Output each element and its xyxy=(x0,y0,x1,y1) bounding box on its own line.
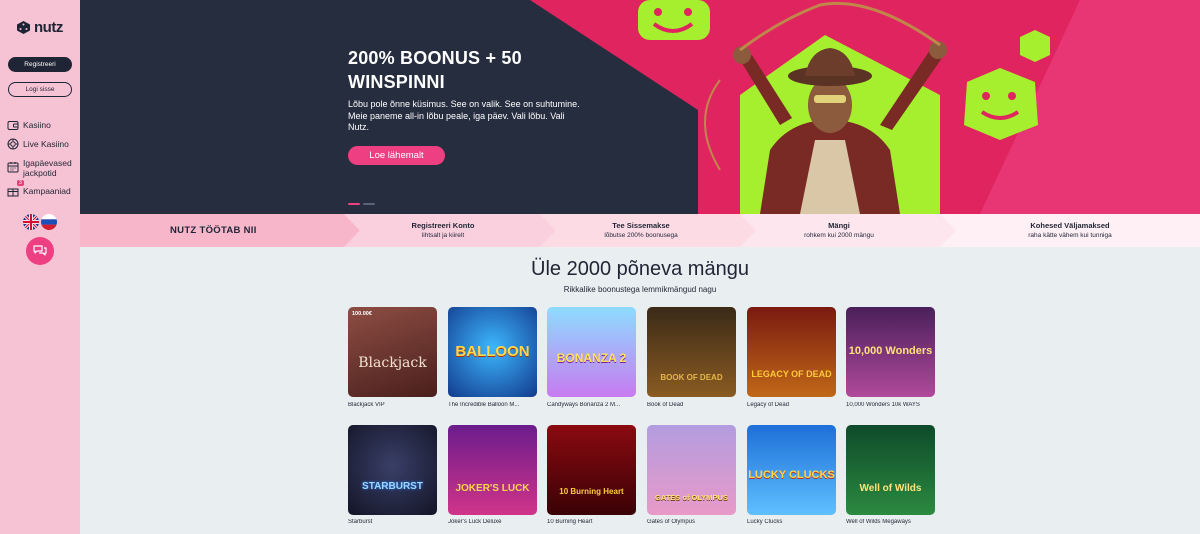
chat-icon xyxy=(33,245,47,256)
calendar-icon xyxy=(7,162,19,173)
game-tile-book-of-dead[interactable]: BOOK OF DEAD xyxy=(647,307,736,397)
game-tile-gates-of-olympus[interactable]: GATES of OLYMPUS xyxy=(647,425,736,515)
login-button[interactable]: Logi sisse xyxy=(8,82,72,97)
hero-banner: 200% BOONUS + 50 WINSPINNI Lõbu pole õnn… xyxy=(80,0,1200,214)
game-tile-blackjack-vip[interactable]: 100.00€ Blackjack xyxy=(348,307,437,397)
ru-flag-icon[interactable] xyxy=(41,214,57,230)
game-name[interactable]: Candyways Bonanza 2 M... xyxy=(547,402,637,408)
step-title: Kohesed Väljamaksed xyxy=(1030,221,1110,230)
register-button[interactable]: Registreeri xyxy=(8,57,72,72)
game-tile-10-burning-heart[interactable]: 10 Burning Heart xyxy=(547,425,636,515)
gift-icon xyxy=(7,188,19,197)
hero-description: Lõbu pole õnne küsimus. See on valik. Se… xyxy=(348,99,580,132)
carousel-dot[interactable] xyxy=(363,203,375,205)
sidebar-item-label: Kasiino xyxy=(23,120,51,130)
sidebar-item-live-casino[interactable]: Live Kasiino xyxy=(7,138,69,150)
steps-title: NUTZ TÖÖTAB NII xyxy=(170,225,257,236)
game-name[interactable]: 10 Burning Heart xyxy=(547,519,637,525)
game-name[interactable]: Starburst xyxy=(348,519,438,525)
game-name[interactable]: Gates of Olympus xyxy=(647,519,737,525)
game-tile-10000-wonders[interactable]: 10,000 Wonders xyxy=(846,307,935,397)
game-name[interactable]: Well of Wilds Megaways xyxy=(846,519,936,525)
dice-decoration-icon xyxy=(638,0,710,40)
game-art-title: JOKER'S LUCK xyxy=(455,483,530,494)
logo[interactable]: nutz xyxy=(16,19,63,36)
game-tile-starburst[interactable]: STARBURST xyxy=(348,425,437,515)
hero-title: 200% BOONUS + 50 WINSPINNI xyxy=(348,48,522,92)
game-art-title: LEGACY OF DEAD xyxy=(751,369,832,379)
game-art-title: STARBURST xyxy=(362,481,423,492)
game-tile-well-of-wilds[interactable]: Well of Wilds xyxy=(846,425,935,515)
wallet-icon xyxy=(7,121,19,130)
game-name[interactable]: Lucky Clucks xyxy=(747,519,837,525)
game-art-title: GATES of OLYMPUS xyxy=(655,493,728,502)
game-name[interactable]: Blackjack VIP xyxy=(348,402,438,408)
game-art-title: BONANZA 2 xyxy=(556,351,627,365)
games-title: Üle 2000 põneva mängu xyxy=(531,258,749,280)
hero-background xyxy=(80,0,1200,214)
game-name[interactable]: The Incredible Balloon M... xyxy=(448,402,538,408)
sidebar-item-label: Kampaaniad xyxy=(23,186,71,196)
step-play: Mängi rohkem kui 2000 mängu xyxy=(759,221,919,240)
step-payout: Kohesed Väljamaksed raha kätte vähem kui… xyxy=(990,221,1150,240)
step-subtitle: rohkem kui 2000 mängu xyxy=(804,232,874,239)
game-art-title: Well of Wilds xyxy=(859,483,922,494)
chat-button[interactable] xyxy=(26,237,54,265)
step-subtitle: lihtsalt ja kiirelt xyxy=(421,232,465,239)
game-art-title: LUCKY CLUCKS xyxy=(748,469,835,481)
step-deposit: Tee Sissemakse lõbutse 200% boonusega xyxy=(561,221,721,240)
game-tile-legacy-of-dead[interactable]: LEGACY OF DEAD xyxy=(747,307,836,397)
game-art-title: Blackjack xyxy=(358,355,427,371)
sidebar-item-jackpots[interactable]: Igapäevased jackpotid xyxy=(7,158,73,178)
sidebar-item-label: Igapäevased jackpotid xyxy=(23,158,72,178)
how-it-works-band: NUTZ TÖÖTAB NII Registreeri Konto lihtsa… xyxy=(80,214,1200,247)
game-name[interactable]: Legacy of Dead xyxy=(747,402,837,408)
game-name[interactable]: Joker's Luck Deluxe xyxy=(448,519,538,525)
game-tile-balloon-machine[interactable]: BALLOON xyxy=(448,307,537,397)
step-subtitle: raha kätte vähem kui tunniga xyxy=(1028,232,1112,239)
step-subtitle: lõbutse 200% boonusega xyxy=(604,232,678,239)
sidebar-item-casino[interactable]: Kasiino xyxy=(7,119,51,131)
game-art-title: BALLOON xyxy=(455,343,530,360)
read-more-button[interactable]: Loe lähemalt xyxy=(348,146,445,165)
game-name[interactable]: Book of Dead xyxy=(647,402,737,408)
chip-icon xyxy=(7,138,19,150)
game-tile-jokers-luck[interactable]: JOKER'S LUCK xyxy=(448,425,537,515)
game-art-title: BOOK OF DEAD xyxy=(660,373,723,382)
step-title: Tee Sissemakse xyxy=(612,221,670,230)
games-subtitle: Rikkalike boonustega lemmikmängud nagu xyxy=(563,285,717,294)
game-tile-lucky-clucks[interactable]: LUCKY CLUCKS xyxy=(747,425,836,515)
game-name[interactable]: 10,000 Wonders 10k WAYS xyxy=(846,402,936,408)
dice-decoration-icon xyxy=(964,68,1038,140)
sidebar: nutz Registreeri Logi sisse Kasiino Live… xyxy=(0,0,80,534)
campaign-count-badge: 3 xyxy=(17,180,24,186)
step-register: Registreeri Konto lihtsalt ja kiirelt xyxy=(363,221,523,240)
game-art-title: 10,000 Wonders xyxy=(848,345,933,357)
logo-text: nutz xyxy=(34,19,63,36)
dice-icon xyxy=(17,21,30,34)
step-title: Mängi xyxy=(828,221,850,230)
step-title: Registreeri Konto xyxy=(411,221,475,230)
jackpot-badge: 100.00€ xyxy=(352,311,372,317)
sidebar-item-campaigns[interactable]: 3 Kampaaniad xyxy=(7,180,71,197)
sidebar-item-label: Live Kasiino xyxy=(23,139,69,149)
game-tile-candyways[interactable]: BONANZA 2 xyxy=(547,307,636,397)
uk-flag-icon[interactable] xyxy=(23,214,39,230)
game-art-title: 10 Burning Heart xyxy=(559,487,624,496)
carousel-dot-active[interactable] xyxy=(348,203,360,205)
